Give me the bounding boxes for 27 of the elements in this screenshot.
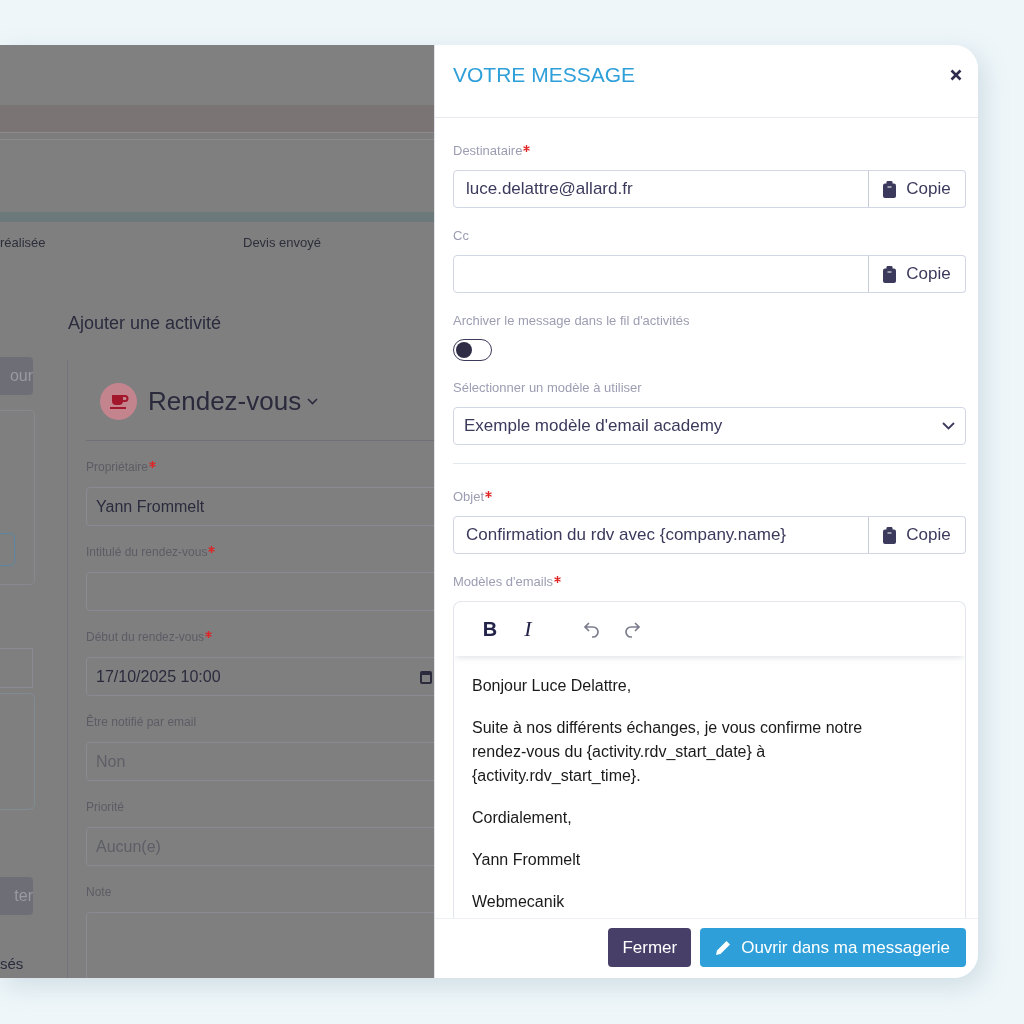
bold-button[interactable]: B bbox=[476, 615, 504, 643]
close-modal-button[interactable]: Fermer bbox=[608, 928, 692, 967]
field-label: Objet bbox=[453, 489, 485, 505]
input-field[interactable]: Confirmation du rdv avec {company.name} bbox=[453, 516, 869, 554]
email-paragraph: Suite à nos différents échanges, je vous confirme notre rendez-vous du {activity.rdv_start_date} à {activity.rdv_start_time}. bbox=[472, 718, 864, 786]
copy-button[interactable]: Copie bbox=[868, 255, 966, 293]
modal-title: VOTRE MESSAGE bbox=[453, 63, 636, 87]
field-label: Destinataire bbox=[453, 143, 523, 159]
field-label: Sélectionner un modèle à utiliser bbox=[453, 380, 642, 396]
input-field[interactable]: luce.delattre@allard.fr bbox=[453, 170, 869, 208]
italic-button[interactable]: I bbox=[514, 615, 542, 643]
input-field[interactable]: 17/10/2025 10:00 bbox=[86, 657, 434, 696]
stage-label: réalisée bbox=[0, 234, 47, 250]
copy-button[interactable]: Copie bbox=[868, 170, 966, 208]
side-text: sés bbox=[0, 955, 25, 973]
field-label: Archiver le message dans le fil d'activités bbox=[453, 313, 690, 329]
activity-type-dropdown[interactable]: Rendez-vous bbox=[86, 383, 319, 419]
field-label: Modèles d'emails bbox=[453, 574, 554, 590]
section-heading: Ajouter une activité bbox=[67, 312, 223, 334]
email-paragraph: Webmecanik bbox=[472, 892, 566, 912]
template-dropdown[interactable]: Exemple modèle d'email academy bbox=[453, 407, 966, 445]
field-label: Cc bbox=[453, 228, 469, 244]
email-paragraph: Bonjour Luce Delattre, bbox=[472, 676, 633, 696]
copy-button[interactable]: Copie bbox=[868, 516, 966, 554]
email-paragraph: Cordialement, bbox=[472, 808, 573, 828]
stage-label: Devis envoyé bbox=[243, 234, 322, 250]
email-paragraph: Yann Frommelt bbox=[472, 850, 582, 870]
